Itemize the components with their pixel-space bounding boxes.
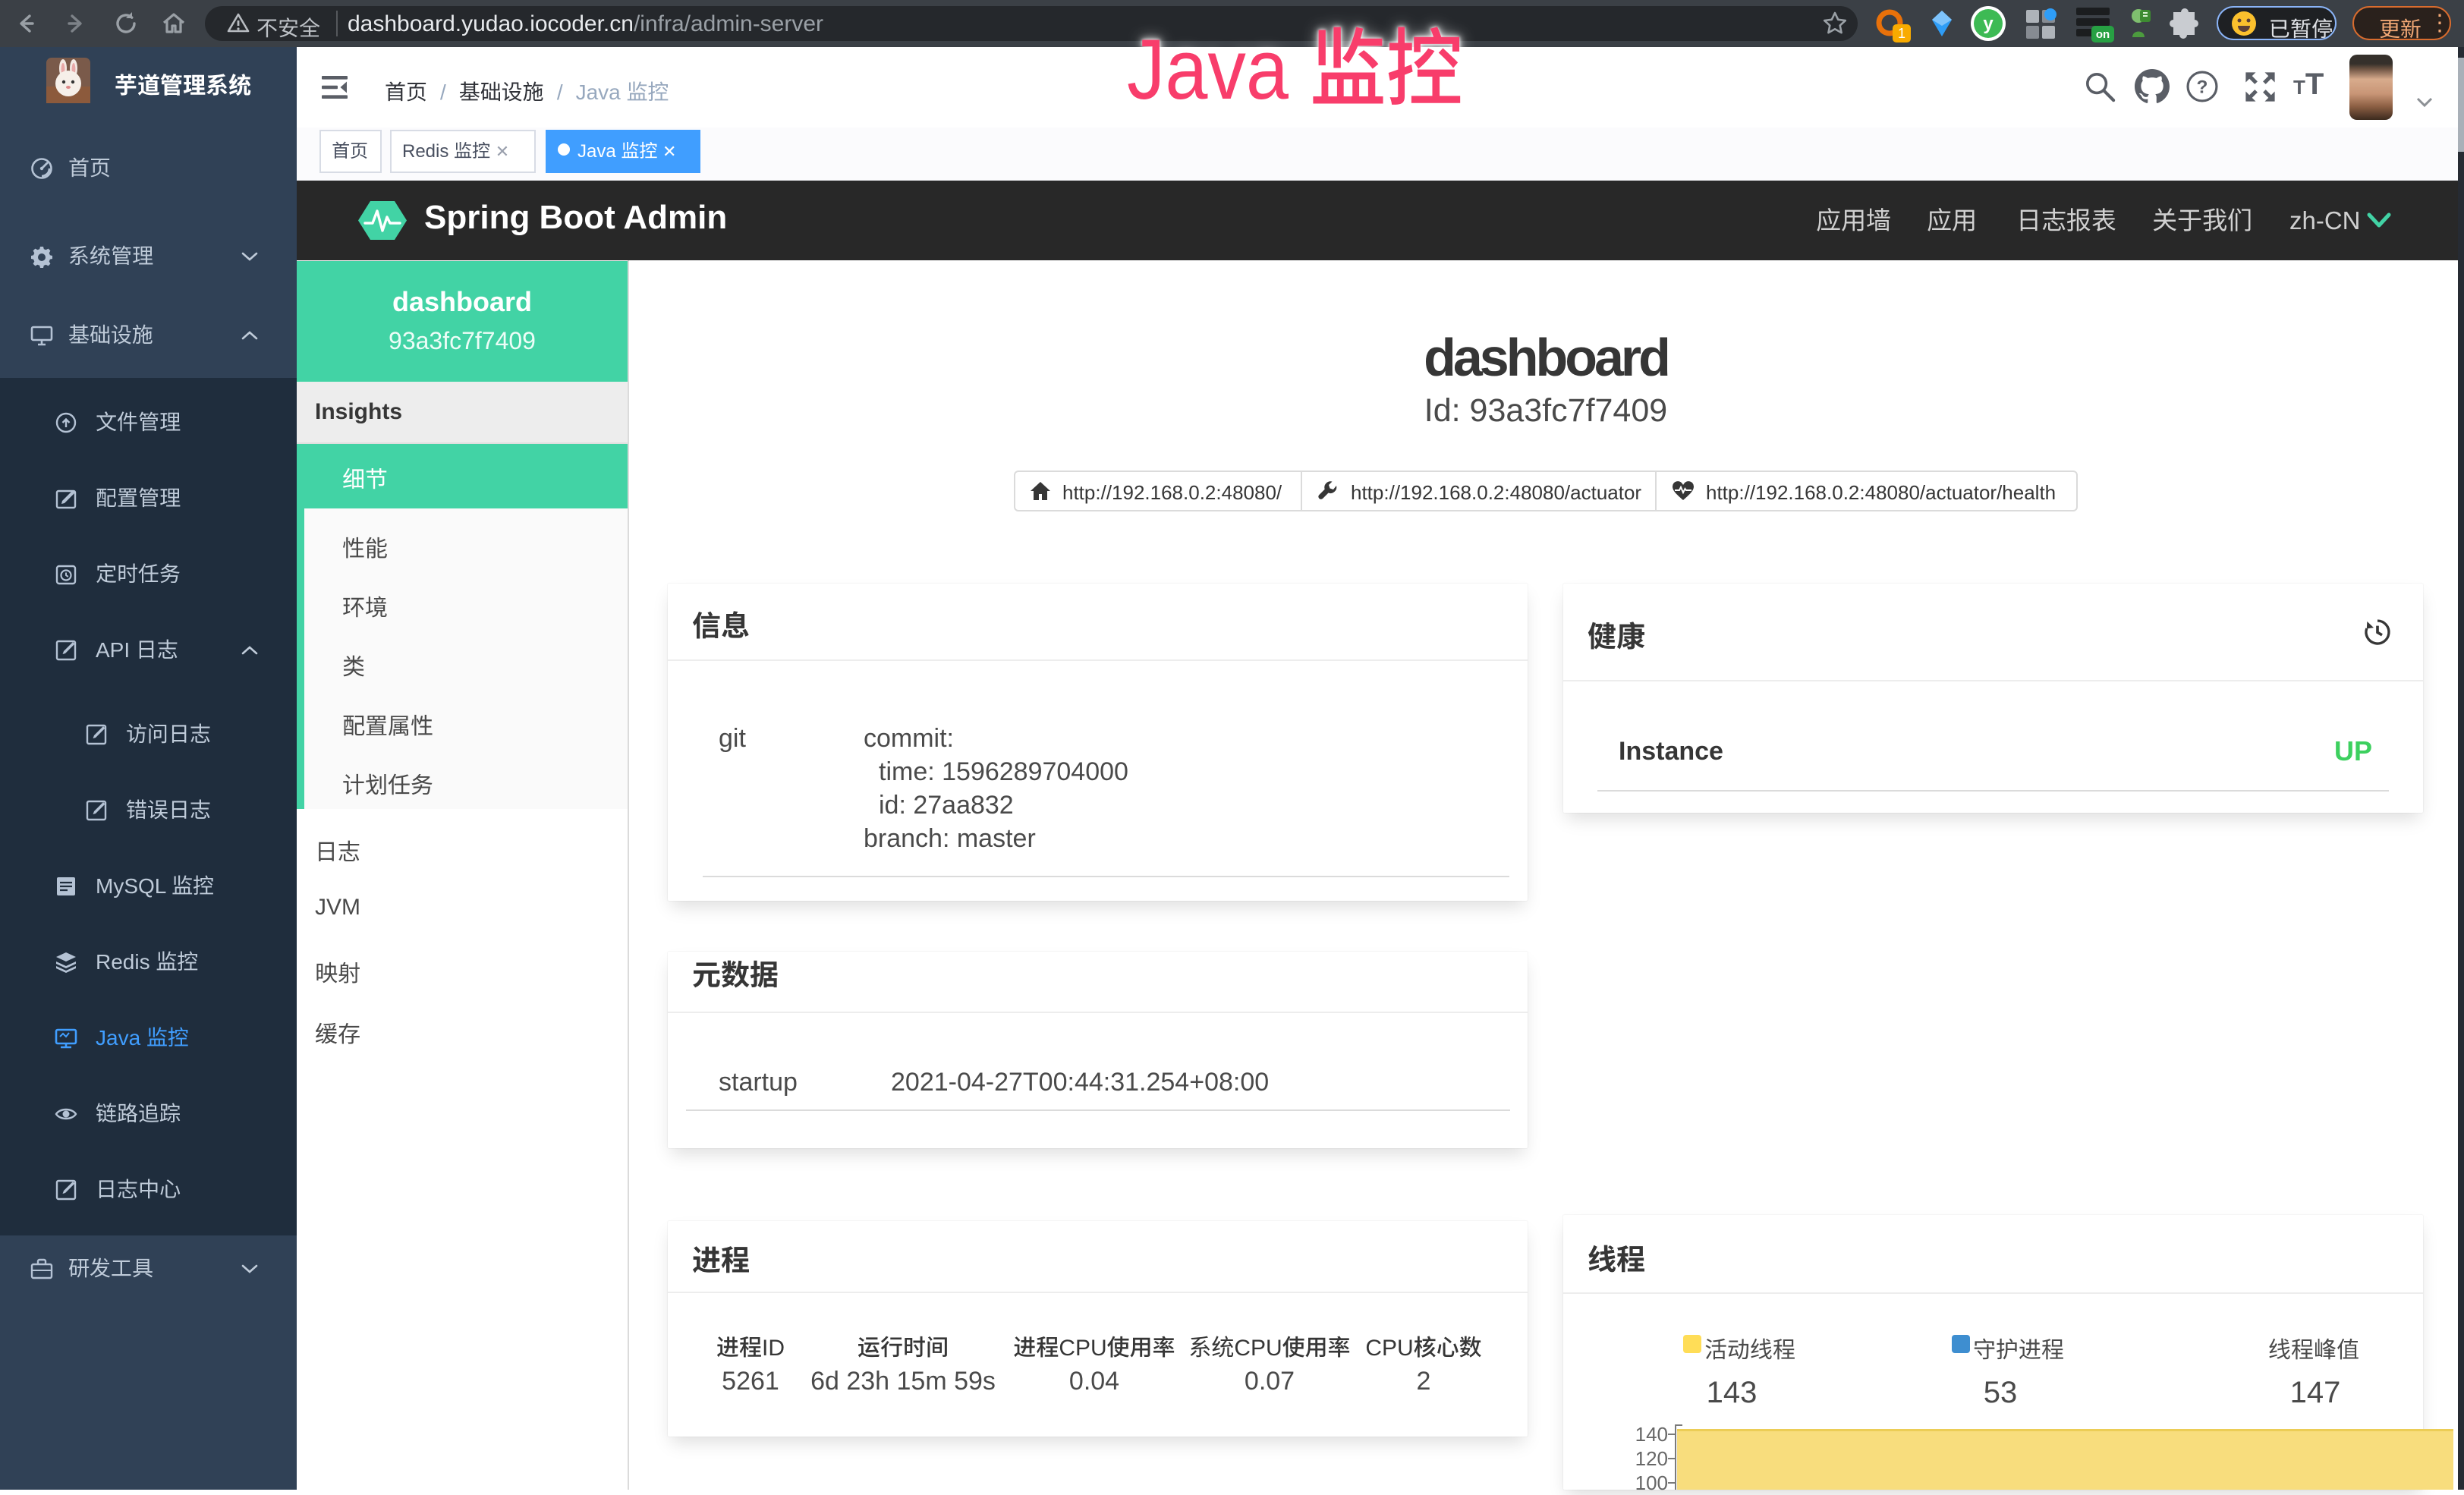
svg-text:on: on xyxy=(2096,28,2110,41)
svg-text:?: ? xyxy=(2197,77,2208,98)
svg-text:y: y xyxy=(1983,14,1994,34)
svg-text:1: 1 xyxy=(1898,26,1905,41)
